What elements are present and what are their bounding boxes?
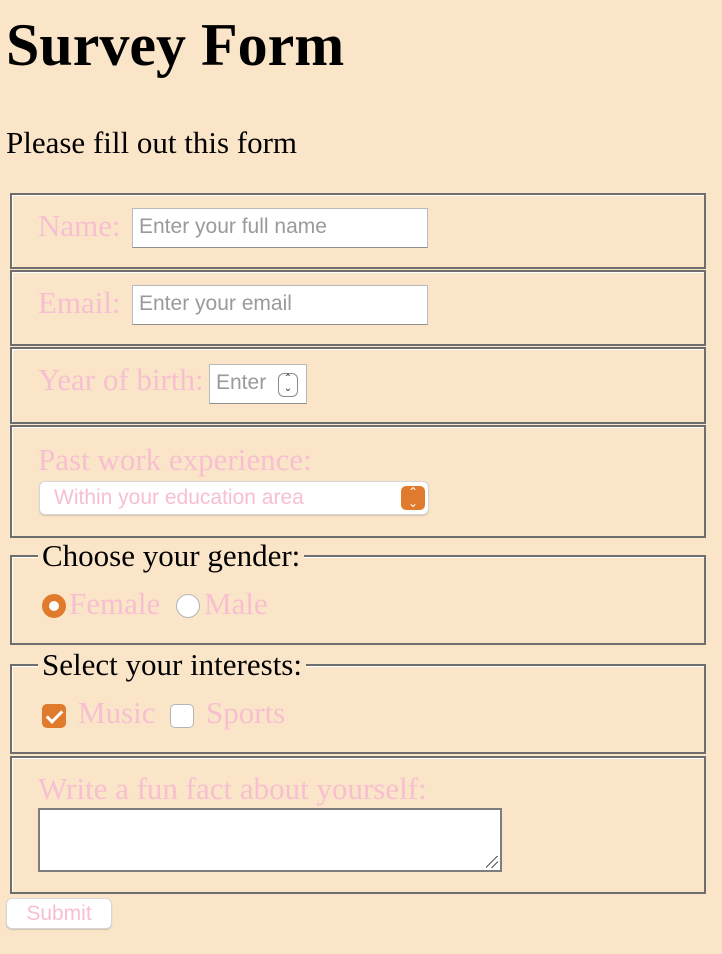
interests-legend: Select your interests:	[38, 648, 306, 682]
checkbox-sports-label[interactable]: Sports	[206, 696, 285, 730]
name-section: Name: Enter your full name	[10, 193, 706, 269]
radio-female-label[interactable]: Female	[69, 587, 160, 621]
email-input[interactable]: Enter your email	[132, 285, 428, 325]
fun-fact-textarea[interactable]	[38, 808, 502, 872]
checkbox-music-label[interactable]: Music	[78, 696, 156, 730]
email-section: Email: Enter your email	[10, 270, 706, 346]
birth-year-placeholder: Enter	[216, 371, 267, 394]
experience-selected-value: Within your education area	[54, 486, 304, 509]
name-input[interactable]: Enter your full name	[132, 208, 428, 248]
checkbox-sports[interactable]	[170, 704, 194, 728]
page-subtitle: Please fill out this form	[6, 125, 298, 160]
experience-select[interactable]: Within your education area ⌃ ⌄	[39, 481, 429, 515]
birth-year-input[interactable]: Enter ⌃ ⌄	[209, 364, 307, 404]
birth-year-section: Year of birth: Enter ⌃ ⌄	[10, 347, 706, 424]
fun-fact-section: Write a fun fact about yourself:	[10, 756, 706, 894]
number-stepper-icon[interactable]: ⌃ ⌄	[278, 373, 298, 397]
gender-fieldset: Choose your gender: Female Male	[10, 539, 706, 645]
gender-legend: Choose your gender:	[38, 539, 305, 573]
submit-button[interactable]: Submit	[6, 898, 112, 929]
email-label: Email:	[38, 285, 121, 320]
experience-label: Past work experience:	[38, 442, 312, 477]
resize-grip-icon[interactable]	[486, 856, 498, 868]
fun-fact-label: Write a fun fact about yourself:	[38, 771, 427, 806]
checkbox-music[interactable]	[42, 704, 66, 728]
radio-female[interactable]	[42, 594, 66, 618]
name-label: Name:	[38, 208, 121, 243]
experience-section: Past work experience: Within your educat…	[10, 425, 706, 538]
radio-male-label[interactable]: Male	[204, 587, 268, 621]
radio-male[interactable]	[176, 594, 200, 618]
birth-year-label: Year of birth:	[38, 362, 204, 397]
page-title: Survey Form	[6, 12, 345, 78]
interests-fieldset: Select your interests: Music Sports	[10, 648, 706, 754]
chevron-updown-icon: ⌃ ⌄	[401, 486, 425, 510]
